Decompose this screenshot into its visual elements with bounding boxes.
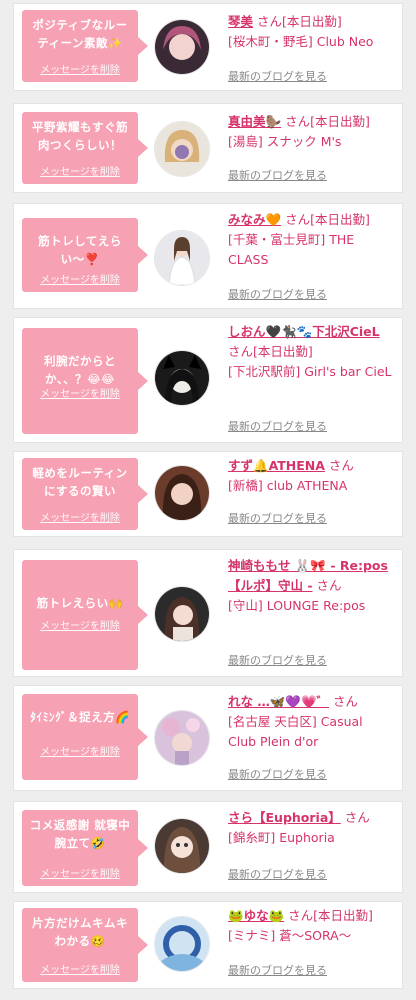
cast-suffix: さん[本日出勤] (257, 14, 342, 29)
message-bubble: 利腕だからとか、、？😂😂 メッセージを削除 (22, 328, 148, 434)
message-text: 利腕だからとか、、？😂😂 (44, 354, 116, 386)
shop-name: [守山] LOUNGE Re:pos (228, 598, 366, 613)
message-text: ﾀｲﾐﾝｸﾞ＆捉え方🌈 (30, 710, 130, 724)
delete-message-link[interactable]: メッセージを削除 (22, 163, 138, 178)
delete-message-link[interactable]: メッセージを削除 (22, 509, 138, 524)
message-bubble: ﾀｲﾐﾝｸﾞ＆捉え方🌈 メッセージを削除 (22, 694, 148, 780)
shop-name: [名古屋 天白区] Casual Club Plein d'or (228, 714, 363, 749)
avatar-image (155, 587, 209, 641)
message-card: コメ返感謝 就寝中腕立て🤣 メッセージを削除 さら【Euphoria】 さん [… (14, 802, 402, 892)
cast-suffix: さん[本日出勤] (285, 114, 370, 129)
cast-name-link[interactable]: すず🔔ATHENA (228, 458, 325, 473)
cast-name-link[interactable]: れな …🦋💜💗゛ (228, 694, 329, 709)
avatar-image (155, 231, 209, 285)
message-bubble: 片方だけムキムキわかる🥴 メッセージを削除 (22, 908, 148, 982)
cast-name-link[interactable]: さら【Euphoria】 (228, 810, 341, 825)
message-bubble: 筋トレしてえらい〜❣️ メッセージを削除 (22, 218, 148, 292)
message-card: 片方だけムキムキわかる🥴 メッセージを削除 🐸ゆな🐸 さん[本日出勤] [ミナミ… (14, 902, 402, 988)
cast-suffix: さん (333, 694, 359, 709)
cast-name-link[interactable]: 真由美🦫 (228, 114, 281, 129)
message-bubble: ポジティブなルーティーン素敵✨ メッセージを削除 (22, 10, 148, 82)
blog-link[interactable]: 最新のブログを見る (228, 962, 327, 978)
blog-link[interactable]: 最新のブログを見る (228, 418, 327, 434)
message-text: 平野紫耀もすぐ筋肉つくらしい！ (32, 120, 128, 152)
message-card: 筋トレしてえらい〜❣️ メッセージを削除 みなみ🧡 さん[本日出勤] [千葉・富… (14, 204, 402, 308)
cast-suffix: さん[本日出勤] (288, 908, 373, 923)
blog-link[interactable]: 最新のブログを見る (228, 766, 327, 782)
delete-message-link[interactable]: メッセージを削除 (22, 271, 138, 286)
cast-info: すず🔔ATHENA さん [新橋] club ATHENA (228, 456, 394, 496)
blog-link[interactable]: 最新のブログを見る (228, 286, 327, 302)
cast-info: 🐸ゆな🐸 さん[本日出勤] [ミナミ] 蒼〜SORA〜 (228, 906, 394, 946)
message-card: 筋トレえらい🙌 メッセージを削除 神崎ももせ 🐰🎀 - Re:pos 【ルポ】守… (14, 550, 402, 676)
cast-info: れな …🦋💜💗゛ さん [名古屋 天白区] Casual Club Plein … (228, 692, 394, 752)
blog-link[interactable]: 最新のブログを見る (228, 68, 327, 84)
avatar[interactable] (154, 710, 210, 766)
blog-link[interactable]: 最新のブログを見る (228, 652, 327, 668)
delete-message-link[interactable]: メッセージを削除 (22, 743, 138, 758)
message-text: ポジティブなルーティーン素敵✨ (32, 18, 128, 50)
message-bubble: 平野紫耀もすぐ筋肉つくらしい！ メッセージを削除 (22, 112, 148, 184)
message-text: 筋トレしてえらい〜❣️ (38, 234, 122, 266)
shop-name: [下北沢駅前] Girl's bar CieL (228, 364, 392, 379)
delete-message-link[interactable]: メッセージを削除 (22, 61, 138, 76)
avatar-image (155, 351, 209, 405)
cast-info: 琴美 さん[本日出勤] [桜木町・野毛] Club Neo (228, 12, 394, 52)
message-text: 軽めをルーティンにするの賢い (32, 466, 128, 498)
message-card: ﾀｲﾐﾝｸﾞ＆捉え方🌈 メッセージを削除 れな …🦋💜💗゛ さん [名古屋 天白… (14, 686, 402, 790)
avatar[interactable] (154, 230, 210, 286)
avatar[interactable] (154, 350, 210, 406)
avatar[interactable] (154, 586, 210, 642)
message-bubble: コメ返感謝 就寝中腕立て🤣 メッセージを削除 (22, 810, 148, 886)
delete-message-link[interactable]: メッセージを削除 (22, 961, 138, 976)
cast-info: 真由美🦫 さん[本日出勤] [湯島] スナック M's (228, 112, 394, 152)
blog-link[interactable]: 最新のブログを見る (228, 866, 327, 882)
cast-info: しおん🖤🐈‍⬛🐾下北沢CieL さん[本日出勤] [下北沢駅前] Girl's … (228, 322, 394, 382)
cast-name-link[interactable]: みなみ🧡 (228, 212, 281, 227)
message-card: ポジティブなルーティーン素敵✨ メッセージを削除 琴美 さん[本日出勤] [桜木… (14, 4, 402, 90)
message-text: コメ返感謝 就寝中腕立て🤣 (29, 818, 131, 850)
avatar[interactable] (154, 465, 210, 521)
cast-name-link[interactable]: しおん🖤🐈‍⬛🐾下北沢CieL (228, 324, 380, 339)
cast-suffix: さん (316, 578, 342, 593)
cast-suffix: さん (328, 458, 354, 473)
delete-message-link[interactable]: メッセージを削除 (22, 385, 138, 400)
avatar-image (155, 20, 209, 74)
avatar-image (155, 466, 209, 520)
shop-name: [錦糸町] Euphoria (228, 830, 335, 845)
avatar[interactable] (154, 19, 210, 75)
avatar[interactable] (154, 818, 210, 874)
blog-link[interactable]: 最新のブログを見る (228, 510, 327, 526)
cast-name-link[interactable]: 琴美 (228, 14, 253, 29)
shop-name: [新橋] club ATHENA (228, 478, 348, 493)
message-text: 筋トレえらい🙌 (36, 596, 124, 610)
avatar-image (155, 122, 209, 176)
cast-info: さら【Euphoria】 さん [錦糸町] Euphoria (228, 808, 394, 848)
message-card: 利腕だからとか、、？😂😂 メッセージを削除 しおん🖤🐈‍⬛🐾下北沢CieL さん… (14, 318, 402, 442)
message-card: 平野紫耀もすぐ筋肉つくらしい！ メッセージを削除 真由美🦫 さん[本日出勤] [… (14, 104, 402, 192)
delete-message-link[interactable]: メッセージを削除 (22, 617, 138, 632)
cast-info: 神崎ももせ 🐰🎀 - Re:pos 【ルポ】守山 - さん [守山] LOUNG… (228, 556, 394, 616)
cast-suffix: さん[本日出勤] (228, 344, 313, 359)
delete-message-link[interactable]: メッセージを削除 (22, 865, 138, 880)
message-card: 軽めをルーティンにするの賢い メッセージを削除 すず🔔ATHENA さん [新橋… (14, 452, 402, 536)
avatar[interactable] (154, 121, 210, 177)
shop-name: [千葉・富士見町] THE CLASS (228, 232, 355, 267)
avatar[interactable] (154, 916, 210, 972)
shop-name: [桜木町・野毛] Club Neo (228, 34, 374, 49)
cast-suffix: さん[本日出勤] (285, 212, 370, 227)
cast-info: みなみ🧡 さん[本日出勤] [千葉・富士見町] THE CLASS (228, 210, 394, 270)
avatar-image (155, 917, 209, 971)
message-text: 片方だけムキムキわかる🥴 (32, 916, 128, 948)
avatar-image (155, 819, 209, 873)
message-bubble: 軽めをルーティンにするの賢い メッセージを削除 (22, 458, 148, 530)
cast-suffix: さん (344, 810, 370, 825)
cast-name-link[interactable]: 🐸ゆな🐸 (228, 908, 284, 923)
shop-name: [ミナミ] 蒼〜SORA〜 (228, 928, 352, 943)
shop-name: [湯島] スナック M's (228, 134, 342, 149)
cast-name-link[interactable]: 神崎ももせ 🐰🎀 - Re:pos 【ルポ】守山 - (228, 558, 388, 593)
message-bubble: 筋トレえらい🙌 メッセージを削除 (22, 560, 148, 670)
blog-link[interactable]: 最新のブログを見る (228, 167, 327, 183)
avatar-image (155, 711, 209, 765)
